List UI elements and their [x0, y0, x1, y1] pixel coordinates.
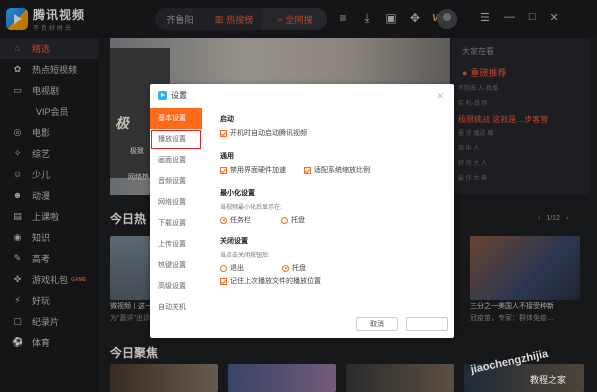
checkbox[interactable] [220, 129, 227, 137]
group-title-startup: 启动 [220, 116, 234, 123]
option-label: 适配系统缩放比例 [314, 167, 370, 174]
cancel-button[interactable]: 取消 [356, 317, 398, 331]
nav-audio-settings[interactable]: 音频设置 [150, 171, 202, 192]
nav-display-settings[interactable]: 画面设置 [150, 150, 202, 171]
watermark-2: 教程之家 [530, 375, 567, 385]
option-autostart[interactable]: 开机时自动启动腾讯视频 [220, 129, 445, 137]
option-label: 开机时自动启动腾讯视频 [230, 130, 307, 137]
nav-network-settings[interactable]: 网络设置 [150, 192, 202, 213]
option-taskbar[interactable]: 任务栏 [220, 216, 251, 224]
close-desc: 当点击关闭按钮后: [220, 253, 270, 259]
option-system-scaling[interactable]: 适配系统缩放比例 [304, 166, 370, 174]
app-logo-icon [158, 91, 167, 100]
option-remember-position[interactable]: 记住上次播放文件的播放位置 [220, 277, 445, 285]
dialog-footer: 取消 确定 [356, 317, 448, 331]
option-tray[interactable]: 托盘 [281, 216, 305, 224]
dialog-title: 设置 [171, 91, 187, 100]
radio[interactable] [281, 216, 288, 224]
nav-advanced-settings[interactable]: 高级设置 [150, 276, 202, 297]
dialog-title-bar: 设置 [158, 90, 187, 101]
settings-nav: 基本设置 播放设置 画面设置 音频设置 网络设置 下载设置 上传设置 热键设置 … [150, 108, 202, 318]
checkbox[interactable] [220, 277, 227, 285]
minimize-desc: 当视频最小化后显示在: [220, 205, 282, 211]
option-close-tray[interactable]: 托盘 [282, 264, 306, 272]
option-label: 托盘 [291, 217, 305, 224]
ok-button[interactable]: 确定 [406, 317, 448, 331]
nav-download-settings[interactable]: 下载设置 [150, 213, 202, 234]
radio[interactable] [220, 264, 227, 272]
checkbox[interactable] [304, 166, 311, 174]
option-exit[interactable]: 退出 [220, 264, 244, 272]
checkbox[interactable] [220, 166, 227, 174]
group-title-minimize: 最小化设置 [220, 190, 255, 197]
nav-upload-settings[interactable]: 上传设置 [150, 234, 202, 255]
option-label: 托盘 [292, 265, 306, 272]
option-label: 记住上次播放文件的播放位置 [230, 278, 321, 285]
nav-auto-shutdown[interactable]: 自动关机 [150, 297, 202, 318]
close-icon[interactable]: ✕ [436, 91, 444, 102]
nav-hotkey-settings[interactable]: 热键设置 [150, 255, 202, 276]
settings-dialog: 设置 ✕ 基本设置 播放设置 画面设置 音频设置 网络设置 下载设置 上传设置 … [150, 84, 454, 338]
group-title-close: 关闭设置 [220, 238, 248, 245]
option-label: 禁用界面硬件加速 [230, 167, 286, 174]
nav-basic-settings[interactable]: 基本设置 [150, 108, 202, 129]
option-label: 任务栏 [230, 217, 251, 224]
option-label: 退出 [230, 265, 244, 272]
settings-content: 启动 开机时自动启动腾讯视频 通用 禁用界面硬件加速 适配系统缩放比例 最小化设… [220, 110, 445, 285]
app-window: 腾讯视频 不负好时光 齐鲁阳 ▥ 热搜榜 ⌕ 全网搜 ≡ ⤓ ▣ ✥ VIP ☰… [0, 0, 597, 392]
radio[interactable] [282, 264, 289, 272]
nav-playback-settings[interactable]: 播放设置 [150, 129, 202, 150]
radio[interactable] [220, 216, 227, 224]
group-title-general: 通用 [220, 153, 234, 160]
option-disable-hw-accel[interactable]: 禁用界面硬件加速 [220, 166, 286, 174]
